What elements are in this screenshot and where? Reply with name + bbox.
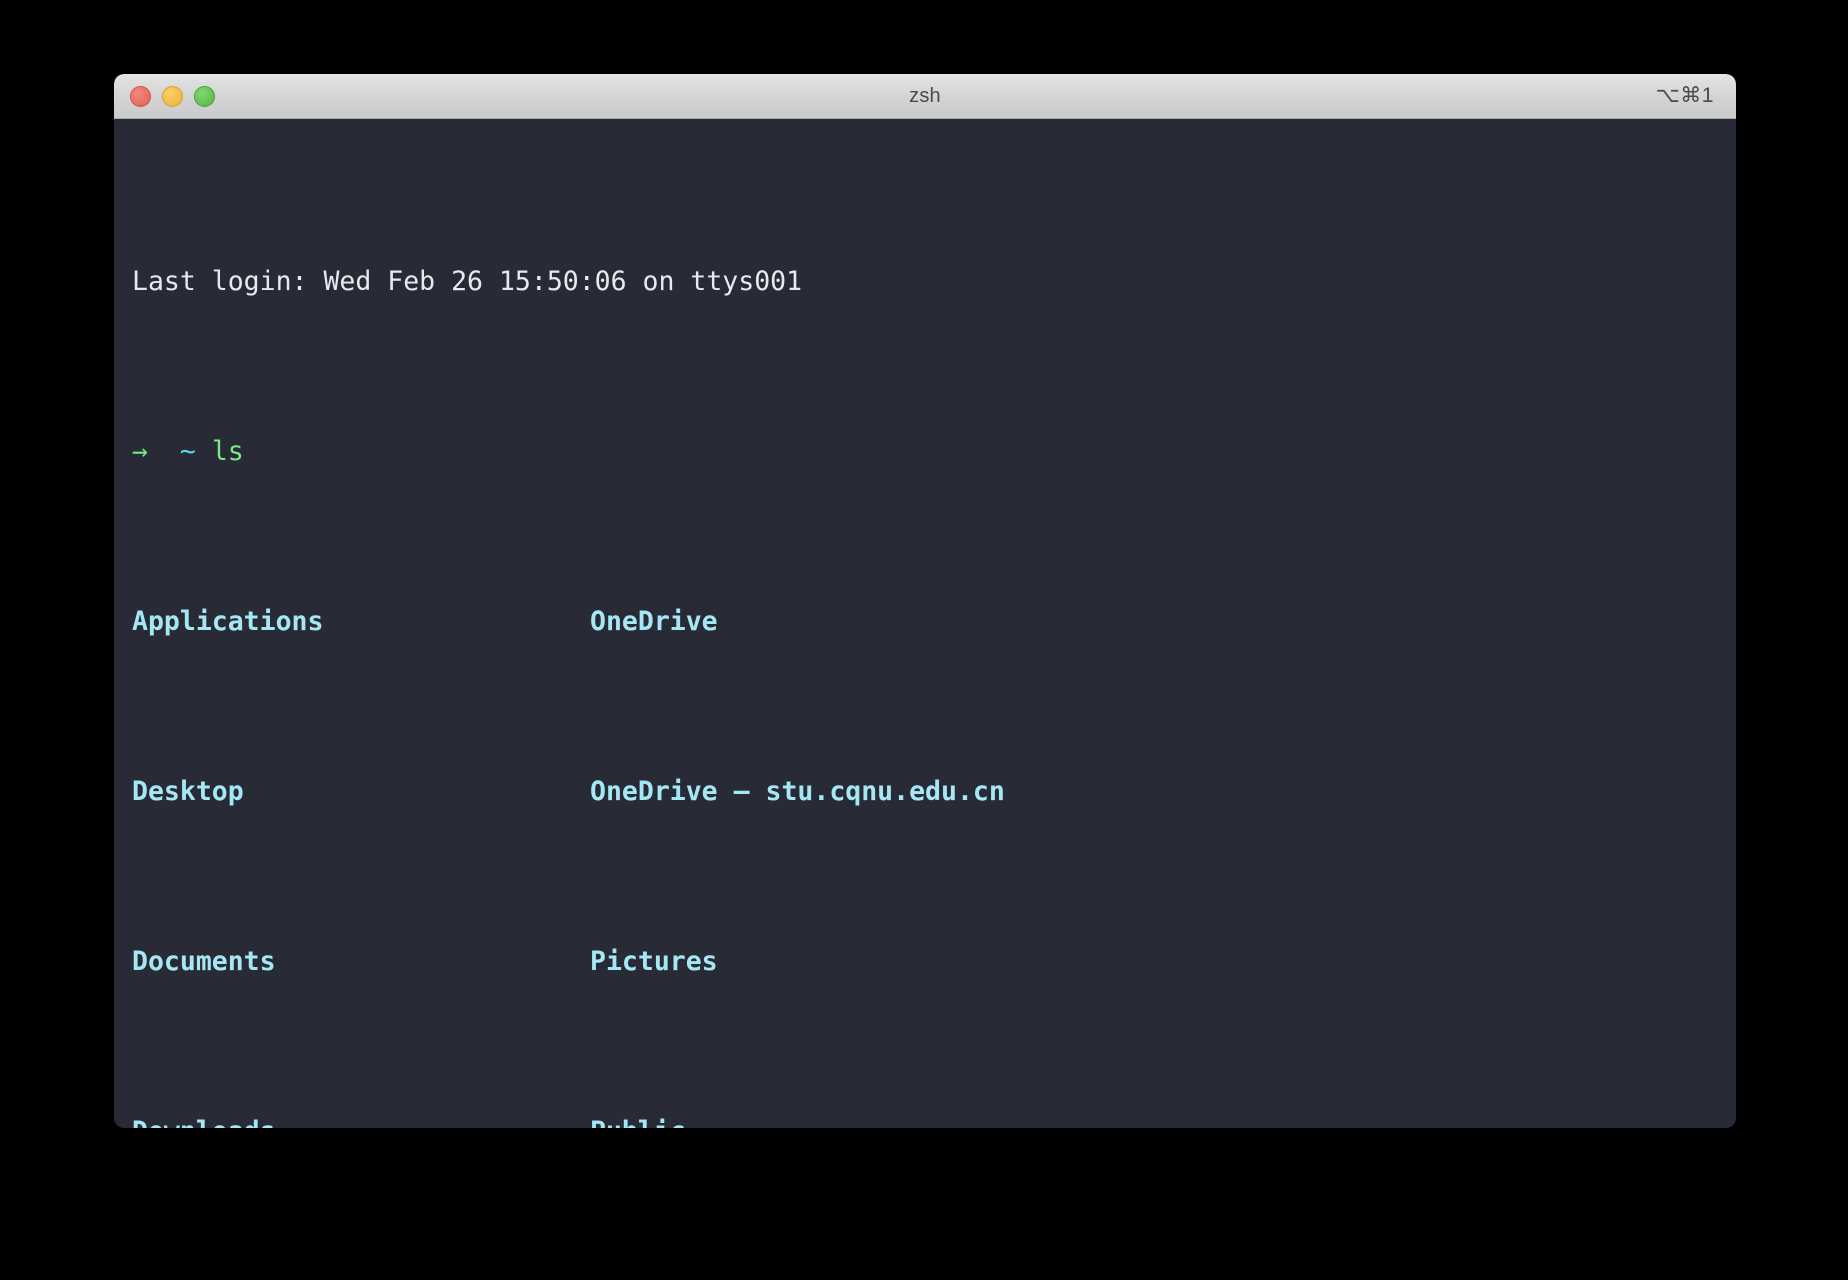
terminal-output: Last login: Wed Feb 26 15:50:06 on ttys0…: [114, 133, 1736, 1129]
window-shortcut-badge: ⌥⌘1: [1655, 84, 1714, 107]
ls-entry-left[interactable]: Documents: [132, 941, 590, 984]
ls-entry-left[interactable]: Applications: [132, 601, 590, 644]
window-controls[interactable]: [130, 74, 215, 118]
ls-row: Applications OneDrive: [132, 601, 1736, 644]
command-ls: ls: [211, 435, 244, 467]
window-titlebar[interactable]: zsh ⌥⌘1: [114, 74, 1736, 119]
desktop-background: zsh ⌥⌘1 Last login: Wed Feb 26 15:50:06 …: [0, 0, 1848, 1280]
minimize-button[interactable]: [162, 85, 183, 107]
ls-entry-right[interactable]: OneDrive – stu.cqnu.edu.cn: [590, 776, 1005, 807]
login-message: Last login: Wed Feb 26 15:50:06 on ttys0…: [132, 265, 803, 297]
ls-row: Documents Pictures: [132, 941, 1736, 984]
terminal-window[interactable]: zsh ⌥⌘1 Last login: Wed Feb 26 15:50:06 …: [114, 74, 1736, 1128]
prompt-path: ~: [179, 435, 196, 467]
ls-row: Desktop OneDrive – stu.cqnu.edu.cn: [132, 771, 1736, 814]
terminal-line-login: Last login: Wed Feb 26 15:50:06 on ttys0…: [132, 261, 1736, 304]
ls-entry-left[interactable]: Downloads: [132, 1111, 590, 1129]
ls-entry-right[interactable]: OneDrive: [590, 606, 718, 637]
prompt-gap-1: [148, 436, 180, 467]
prompt-gap-2: [196, 436, 212, 467]
terminal-screen[interactable]: Last login: Wed Feb 26 15:50:06 on ttys0…: [114, 119, 1736, 1128]
ls-entry-right[interactable]: Public: [590, 1116, 686, 1129]
prompt-arrow-icon: →: [132, 435, 148, 467]
ls-row: DownloadsPublic: [132, 1111, 1736, 1129]
terminal-line-prompt-ls: → ~ ls: [132, 431, 1736, 474]
close-button[interactable]: [130, 85, 151, 107]
ls-entry-right[interactable]: Pictures: [590, 946, 718, 977]
window-title: zsh: [909, 84, 941, 107]
ls-entry-left[interactable]: Desktop: [132, 771, 590, 814]
maximize-button[interactable]: [194, 85, 215, 107]
